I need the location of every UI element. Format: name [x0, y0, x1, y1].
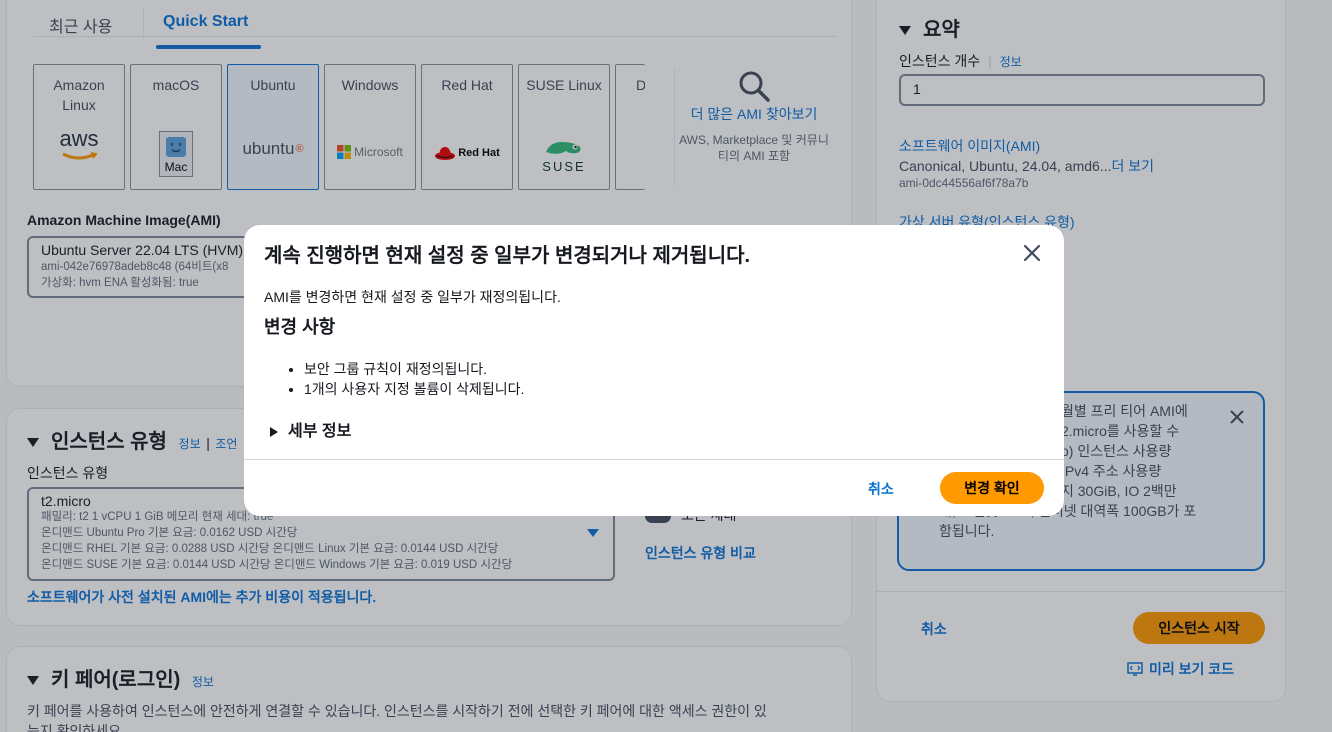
modal-title: 계속 진행하면 현재 설정 중 일부가 변경되거나 제거됩니다.: [264, 245, 751, 267]
close-icon[interactable]: [1020, 241, 1044, 265]
list-item: 1개의 사용자 지정 볼륨이 삭제됩니다.: [304, 379, 524, 399]
changes-list: 보안 그룹 규칙이 재정의됩니다. 1개의 사용자 지정 볼륨이 삭제됩니다.: [304, 359, 524, 399]
cancel-button[interactable]: 취소: [868, 479, 894, 499]
confirm-change-button[interactable]: 변경 확인: [940, 472, 1044, 504]
list-item: 보안 그룹 규칙이 재정의됩니다.: [304, 359, 524, 379]
details-expander[interactable]: 세부 정보: [270, 417, 351, 441]
divider: [244, 459, 1064, 460]
caret-right-icon: [270, 426, 278, 437]
modal-description: AMI를 변경하면 현재 설정 중 일부가 재정의됩니다.: [264, 289, 561, 305]
change-confirmation-modal: 계속 진행하면 현재 설정 중 일부가 변경되거나 제거됩니다. AMI를 변경…: [244, 225, 1064, 516]
modal-subtitle: 변경 사항: [264, 317, 336, 337]
